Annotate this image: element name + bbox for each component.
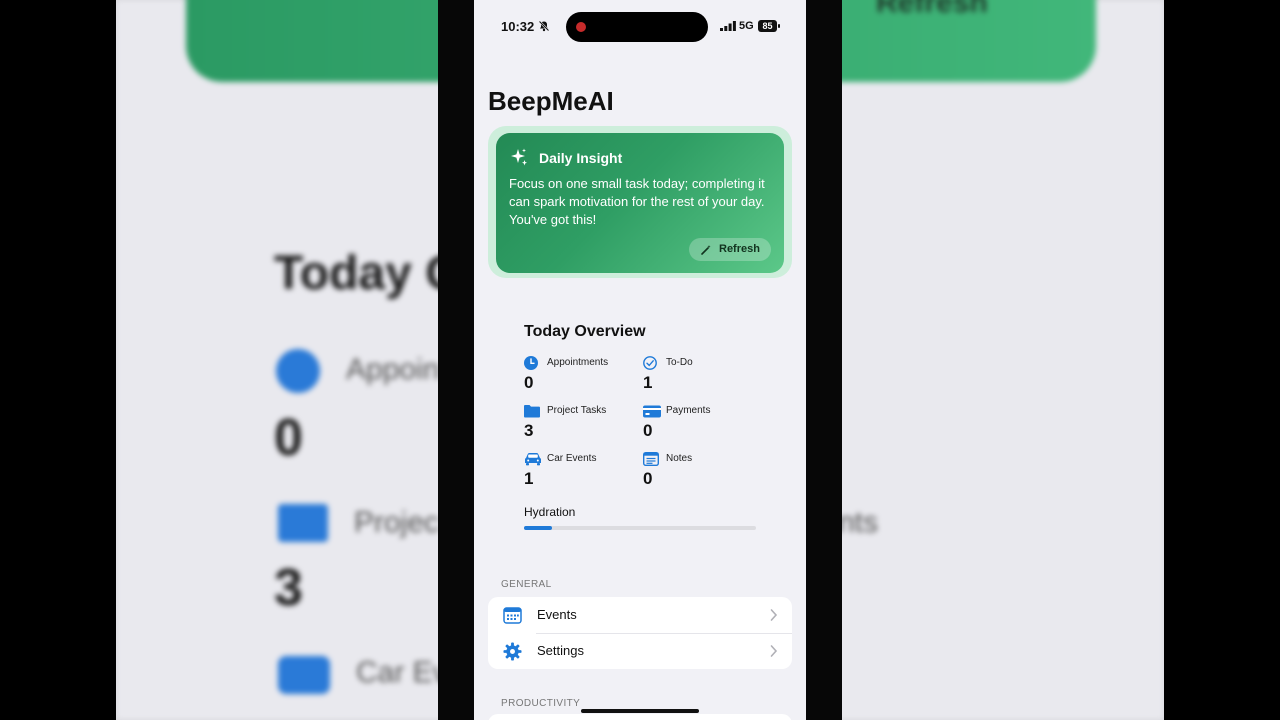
muted-bell-icon xyxy=(538,20,550,32)
chevron-right-icon xyxy=(770,609,778,621)
stat-value: 0 xyxy=(643,469,653,488)
refresh-button[interactable]: Refresh xyxy=(689,238,771,261)
background-car-text: Car Ev xyxy=(356,656,448,689)
status-bar: 10:32 5G 85 xyxy=(474,0,806,54)
background-refresh-text: Refresh xyxy=(876,0,988,19)
background-number-0: 0 xyxy=(274,409,303,467)
chevron-right-icon xyxy=(770,645,778,657)
folder-icon xyxy=(524,405,540,418)
gear-icon xyxy=(503,642,522,661)
overview-title: Today Overview xyxy=(524,323,646,340)
hydration-label: Hydration xyxy=(524,505,576,519)
refresh-button-label: Refresh xyxy=(719,243,760,255)
productivity-list xyxy=(488,714,792,720)
stat-label: Project Tasks xyxy=(547,405,607,416)
list-item-settings[interactable]: Settings xyxy=(488,633,792,669)
calendar-icon xyxy=(503,607,522,624)
hydration-progress-fill xyxy=(524,526,552,530)
background-car-icon xyxy=(278,656,330,694)
stat-label: Car Events xyxy=(547,453,597,464)
daily-insight-card: Daily Insight Focus on one small task to… xyxy=(496,133,784,273)
home-indicator[interactable] xyxy=(581,709,699,713)
stat-value: 1 xyxy=(643,373,653,392)
letterbox-right xyxy=(1164,0,1280,720)
clock-icon xyxy=(524,356,538,370)
stat-label: To-Do xyxy=(666,357,693,368)
general-list: Events Settings xyxy=(488,597,792,669)
card-icon xyxy=(643,405,661,418)
background-heading: Today O xyxy=(274,247,463,300)
section-header-general: GENERAL xyxy=(501,579,552,590)
status-time: 10:32 xyxy=(501,19,535,34)
background-payments-text: nts xyxy=(838,506,879,539)
insight-title: Daily Insight xyxy=(539,150,623,166)
stat-value: 0 xyxy=(524,373,534,392)
recording-indicator-icon xyxy=(576,22,586,32)
background-clock-icon xyxy=(276,349,320,393)
insight-message: Focus on one small task today; completin… xyxy=(509,176,765,227)
page-title: BeepMeAI xyxy=(488,86,614,116)
list-item-label: Events xyxy=(537,607,577,622)
car-icon xyxy=(525,453,541,466)
phone-bezel-left xyxy=(438,0,474,720)
stat-value: 1 xyxy=(524,469,534,488)
check-circle-icon xyxy=(643,356,657,370)
magic-wand-icon xyxy=(701,245,711,255)
stat-value: 3 xyxy=(524,421,534,440)
sparkles-icon xyxy=(511,148,527,166)
list-item-label: Settings xyxy=(537,643,584,658)
background-project-text: Projec xyxy=(354,506,440,539)
notes-icon xyxy=(643,452,659,466)
stat-label: Notes xyxy=(666,453,693,464)
background-number-3: 3 xyxy=(274,559,303,617)
stat-label: Appointments xyxy=(547,357,609,368)
letterbox-left xyxy=(0,0,116,720)
section-header-productivity: PRODUCTIVITY xyxy=(501,698,581,709)
network-type: 5G xyxy=(739,20,754,32)
dynamic-island xyxy=(566,12,708,42)
phone-screen: 10:32 5G 85 BeepMeAI Daily Insight Focus… xyxy=(474,0,806,720)
hydration-progress-bar xyxy=(524,526,756,530)
list-item-events[interactable]: Events xyxy=(488,597,792,633)
signal-icon xyxy=(720,21,736,31)
background-appointments-text: Appoin xyxy=(346,353,440,386)
battery-icon: 85 xyxy=(758,20,780,32)
background-folder-icon xyxy=(278,504,328,542)
stat-value: 0 xyxy=(643,421,653,440)
stat-label: Payments xyxy=(666,405,711,416)
phone-bezel-right xyxy=(806,0,842,720)
